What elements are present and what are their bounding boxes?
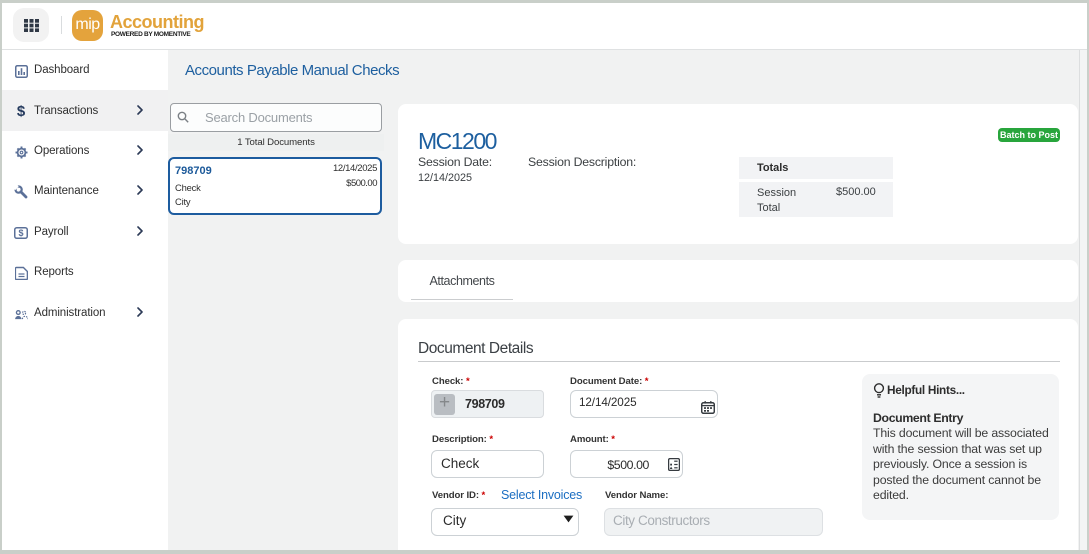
- svg-text:$: $: [18, 228, 23, 238]
